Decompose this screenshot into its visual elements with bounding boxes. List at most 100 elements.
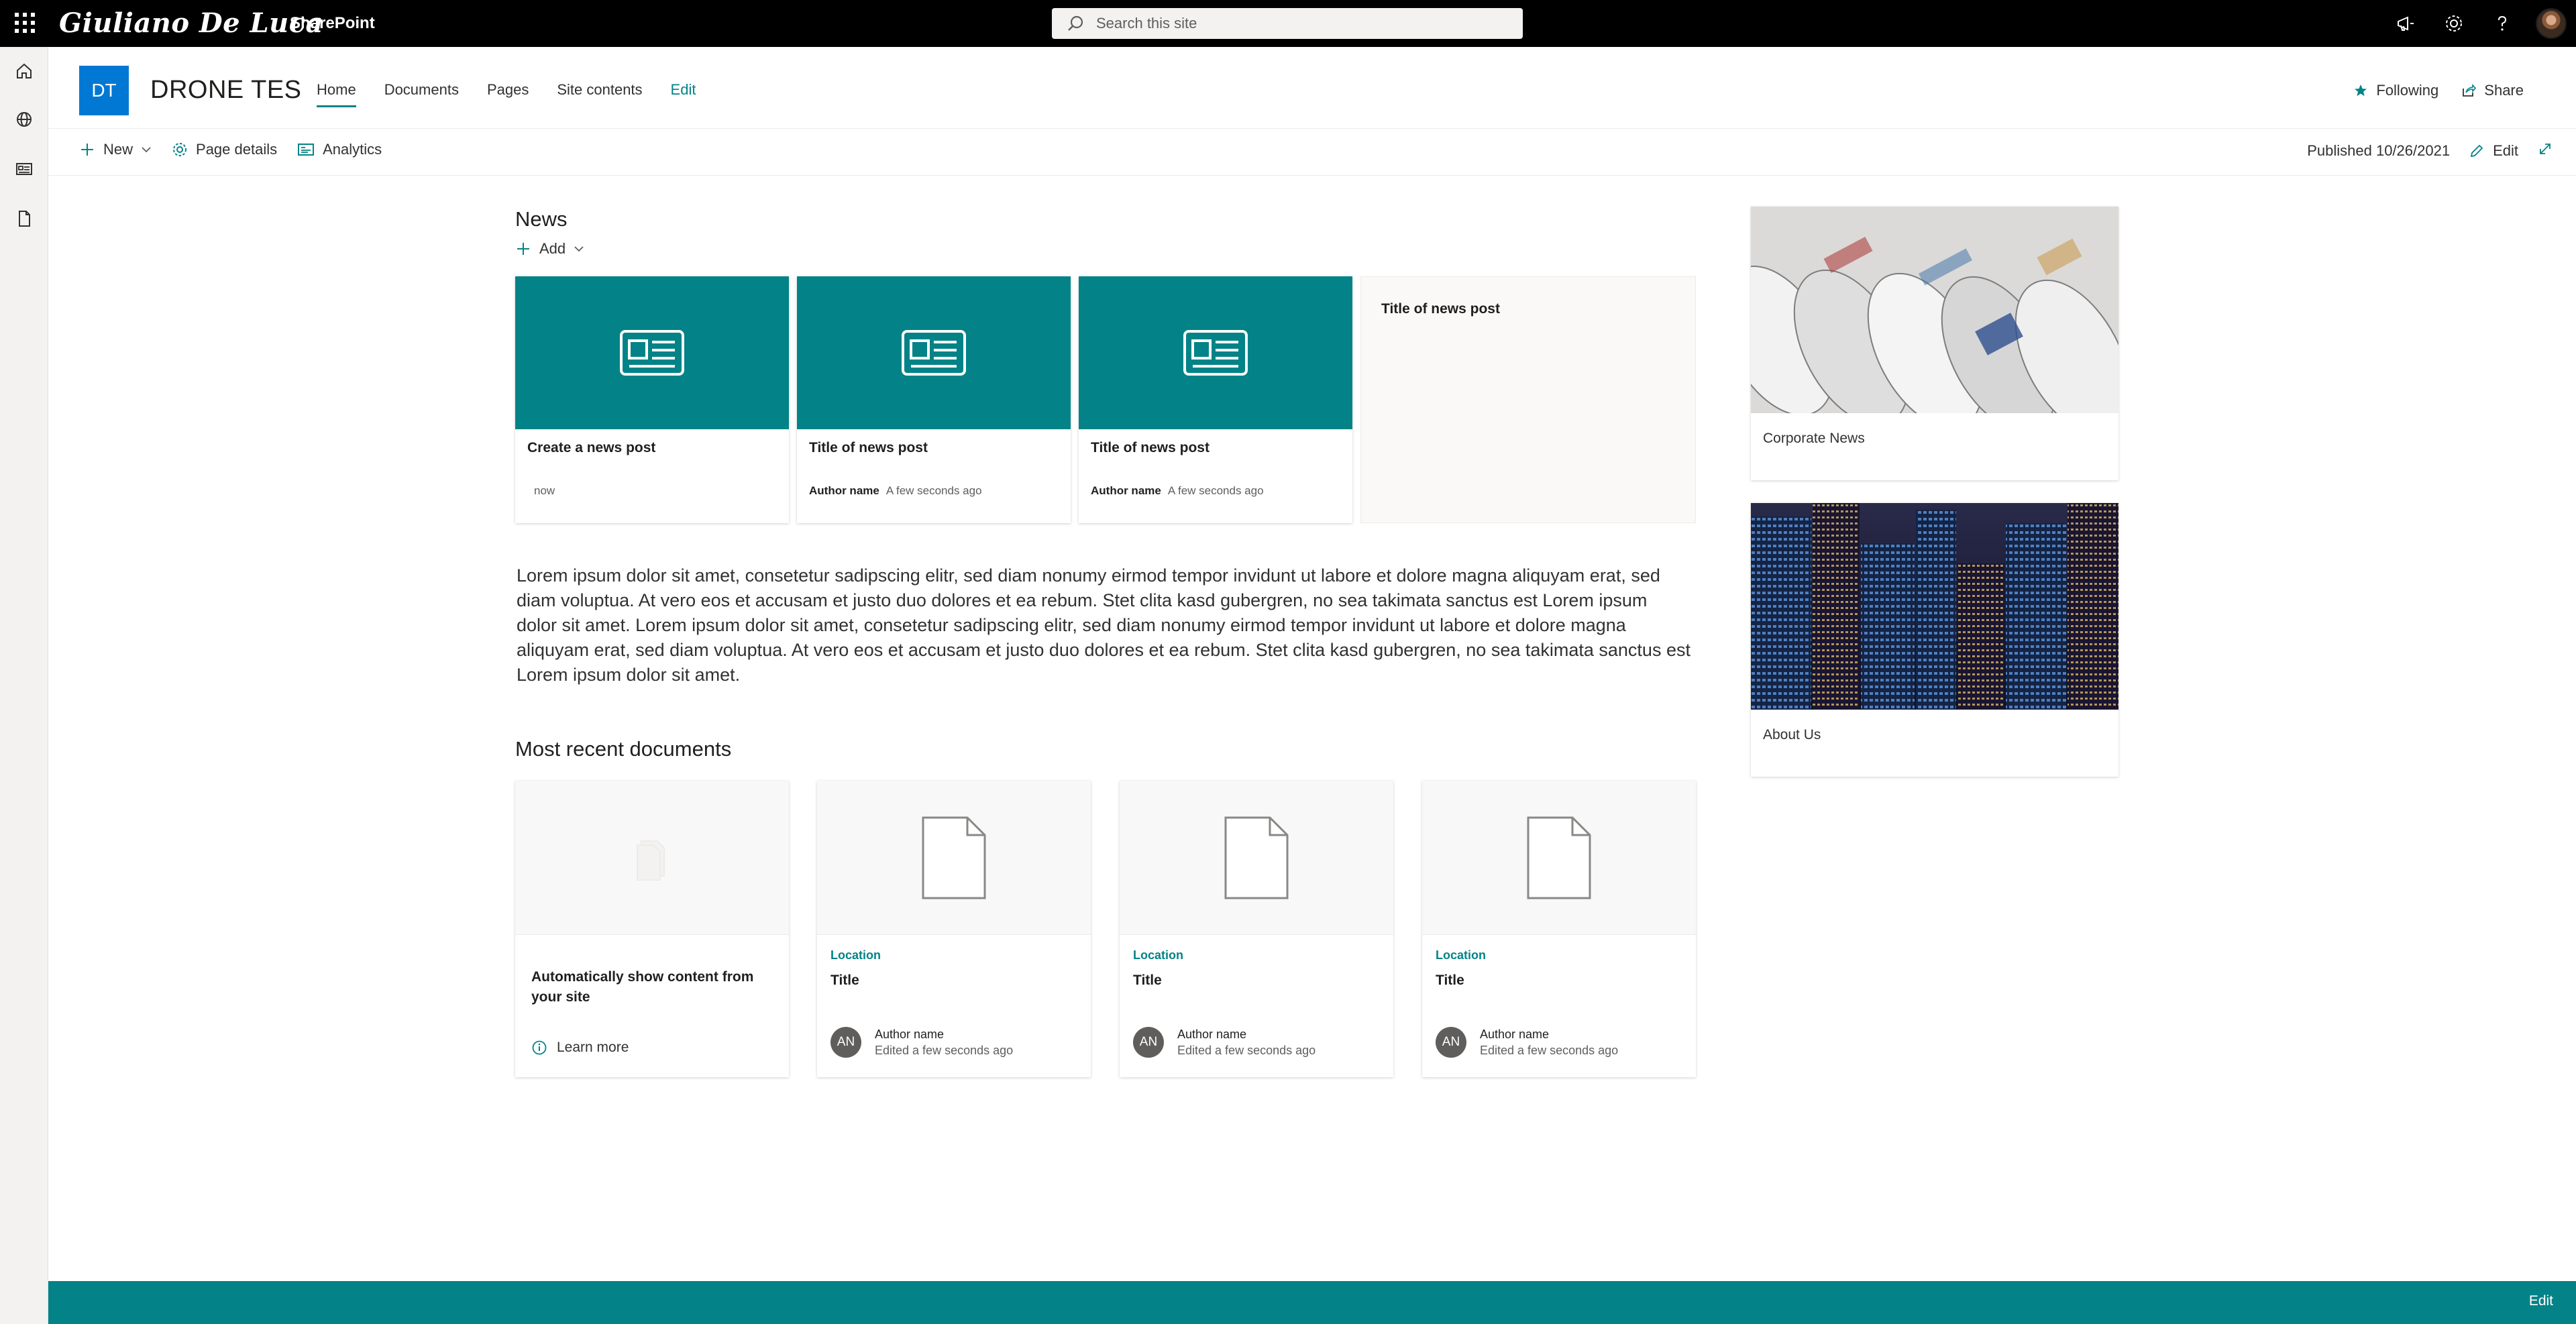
news-card[interactable]: Create a news post now — [515, 276, 789, 523]
nav-documents[interactable]: Documents — [384, 76, 459, 103]
learn-more-label: Learn more — [557, 1040, 629, 1055]
document-title[interactable]: Title — [1133, 973, 1162, 989]
command-bar: New Page details Analytics Published 10/… — [48, 129, 2576, 176]
gear-icon — [173, 143, 187, 156]
news-card-text-only[interactable]: Title of news post — [1360, 276, 1696, 523]
site-logo[interactable]: DT — [79, 66, 129, 115]
document-title[interactable]: Title — [830, 973, 859, 989]
author-avatar: AN — [830, 1027, 861, 1058]
document-card[interactable]: Location Title AN Author name Edited a f… — [1422, 781, 1696, 1077]
help-icon[interactable] — [2478, 0, 2526, 47]
edited-time: Edited a few seconds ago — [1480, 1044, 1619, 1057]
tenant-brand[interactable]: Giuliano De Luca — [59, 5, 323, 42]
footer-edit-button[interactable]: Edit — [2529, 1293, 2553, 1309]
globe-icon[interactable] — [0, 95, 48, 144]
news-meta: Author name A few seconds ago — [1091, 484, 1264, 498]
chevron-down-icon — [574, 246, 584, 252]
following-label: Following — [2376, 82, 2439, 99]
nav-pages[interactable]: Pages — [487, 76, 529, 103]
share-button[interactable]: Share — [2461, 82, 2524, 99]
news-thumbnail — [1079, 276, 1352, 429]
newspaper-icon — [620, 330, 684, 376]
file-icon — [1527, 816, 1591, 899]
news-card[interactable]: Title of news post Author name A few sec… — [797, 276, 1071, 523]
document-thumbnail — [1422, 781, 1696, 935]
newspapers-image — [1751, 207, 2118, 413]
published-status: Published 10/26/2021 — [2307, 142, 2451, 159]
document-location[interactable]: Location — [1133, 948, 1183, 962]
news-icon[interactable] — [0, 145, 48, 193]
following-button[interactable]: Following — [2353, 82, 2438, 99]
analytics-button[interactable]: Analytics — [297, 141, 382, 158]
document-location[interactable]: Location — [1436, 948, 1486, 962]
star-icon — [2355, 85, 2367, 97]
author-name: Author name — [1177, 1028, 1247, 1041]
new-label: New — [103, 141, 133, 158]
document-author: AN Author name Edited a few seconds ago — [830, 1026, 1013, 1058]
suite-bar: Giuliano De Luca SharePoint — [0, 0, 2576, 47]
news-title: Create a news post — [527, 440, 656, 455]
learn-more-link[interactable]: Learn more — [531, 1040, 629, 1056]
nav-home[interactable]: Home — [317, 76, 356, 107]
news-cards: Create a news post now Title of news pos… — [515, 276, 1696, 523]
plus-icon — [81, 144, 93, 156]
app-launcher-icon[interactable] — [15, 13, 35, 33]
analytics-icon — [298, 144, 315, 156]
site-nav: Home Documents Pages Site contents Edit — [317, 76, 724, 107]
command-bar-right: Published 10/26/2021 Edit — [2307, 141, 2553, 161]
document-card[interactable]: Location Title AN Author name Edited a f… — [1120, 781, 1393, 1077]
news-add-label: Add — [539, 240, 566, 257]
document-stack-icon — [637, 840, 665, 881]
documents-heading: Most recent documents — [515, 737, 732, 761]
search-input[interactable] — [1096, 15, 1499, 32]
share-icon — [2463, 83, 2477, 97]
news-card[interactable]: Title of news post Author name A few sec… — [1079, 276, 1352, 523]
news-title: Title of news post — [809, 440, 928, 455]
news-meta: Author name A few seconds ago — [809, 484, 982, 498]
news-author: Author name — [1091, 484, 1161, 497]
nav-site-contents[interactable]: Site contents — [557, 76, 642, 103]
news-thumbnail — [797, 276, 1071, 429]
suite-actions — [2381, 0, 2576, 47]
plus-icon — [517, 243, 529, 255]
document-thumbnail — [1120, 781, 1393, 935]
expand-icon[interactable] — [2537, 141, 2553, 161]
document-author: AN Author name Edited a few seconds ago — [1436, 1026, 1618, 1058]
footer: Edit — [48, 1281, 2576, 1324]
home-icon[interactable] — [0, 47, 48, 95]
new-button[interactable]: New — [79, 141, 152, 158]
quick-link-card[interactable]: Corporate News — [1751, 207, 2118, 480]
document-author: AN Author name Edited a few seconds ago — [1133, 1026, 1316, 1058]
pencil-icon — [2470, 144, 2483, 158]
gear-icon[interactable] — [2430, 0, 2478, 47]
user-avatar[interactable] — [2536, 8, 2567, 39]
document-title[interactable]: Title — [1436, 973, 1464, 989]
chevron-down-icon — [142, 147, 151, 153]
file-icon — [922, 816, 986, 899]
edited-time: Edited a few seconds ago — [875, 1044, 1014, 1057]
edited-time: Edited a few seconds ago — [1177, 1044, 1316, 1057]
newspaper-icon — [1183, 330, 1248, 376]
page-details-button[interactable]: Page details — [172, 141, 277, 158]
edit-button[interactable]: Edit — [2469, 142, 2518, 160]
search-box[interactable] — [1052, 8, 1523, 39]
megaphone-icon[interactable] — [2381, 0, 2430, 47]
file-icon — [1224, 816, 1289, 899]
page-details-label: Page details — [196, 141, 278, 158]
nav-edit[interactable]: Edit — [671, 76, 696, 103]
news-title: Title of news post — [1381, 301, 1500, 317]
document-card[interactable]: Location Title AN Author name Edited a f… — [817, 781, 1091, 1077]
news-time: A few seconds ago — [885, 484, 982, 497]
quick-link-label: About Us — [1763, 727, 1821, 742]
document-icon[interactable] — [0, 195, 48, 243]
quick-link-card[interactable]: About Us — [1751, 503, 2118, 777]
news-author: Author name — [809, 484, 879, 497]
news-thumbnail — [515, 276, 789, 429]
quick-link-label: Corporate News — [1763, 431, 1865, 446]
document-location[interactable]: Location — [830, 948, 881, 962]
site-title[interactable]: DRONE TES — [150, 71, 302, 109]
news-heading: News — [515, 207, 568, 231]
app-name[interactable]: SharePoint — [290, 12, 375, 35]
author-avatar: AN — [1436, 1027, 1466, 1058]
news-add-button[interactable]: Add — [515, 240, 584, 258]
